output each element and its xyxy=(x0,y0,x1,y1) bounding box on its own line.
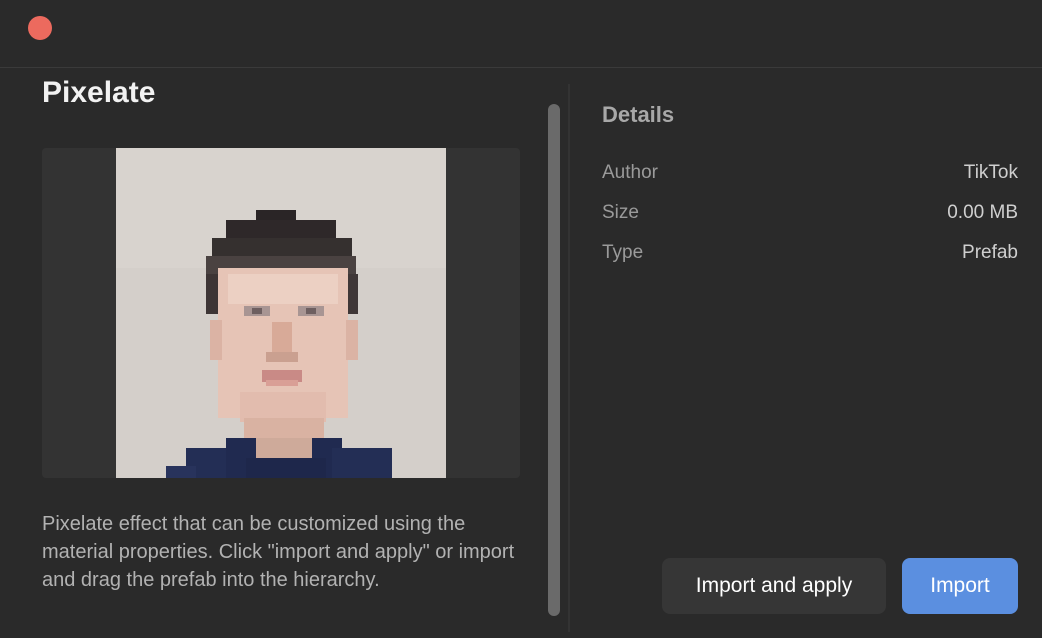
detail-value: 0.00 MB xyxy=(947,202,1018,223)
details-heading: Details xyxy=(602,102,675,127)
effect-description: Pixelate effect that can be customized u… xyxy=(42,513,515,591)
detail-value: Prefab xyxy=(962,242,1018,263)
close-window-button[interactable] xyxy=(28,16,52,40)
preview-scrollbar[interactable] xyxy=(548,104,560,616)
pane-divider xyxy=(568,84,570,632)
detail-row-size: Size 0.00 MB xyxy=(602,199,1018,227)
detail-row-type: Type Prefab xyxy=(602,239,1018,267)
detail-label: Type xyxy=(602,242,644,263)
effect-preview-pane: Pixelate Pixelate effect that can be cus… xyxy=(42,68,520,638)
pixelated-portrait-image xyxy=(116,148,446,478)
title-bar xyxy=(0,0,1042,68)
detail-label: Size xyxy=(602,202,639,223)
import-and-apply-button[interactable]: Import and apply xyxy=(662,558,886,614)
detail-value: TikTok xyxy=(963,162,1018,183)
detail-row-author: Author TikTok xyxy=(602,159,1018,187)
import-button[interactable]: Import xyxy=(902,558,1018,614)
effect-title: Pixelate xyxy=(42,76,156,109)
detail-label: Author xyxy=(602,162,658,183)
effect-preview-image xyxy=(42,148,520,478)
scrollbar-thumb[interactable] xyxy=(548,104,560,616)
effect-detail-window: Pixelate Pixelate effect that can be cus… xyxy=(0,0,1042,638)
details-pane: Details Author TikTok Size 0.00 MB Type … xyxy=(602,68,1018,638)
